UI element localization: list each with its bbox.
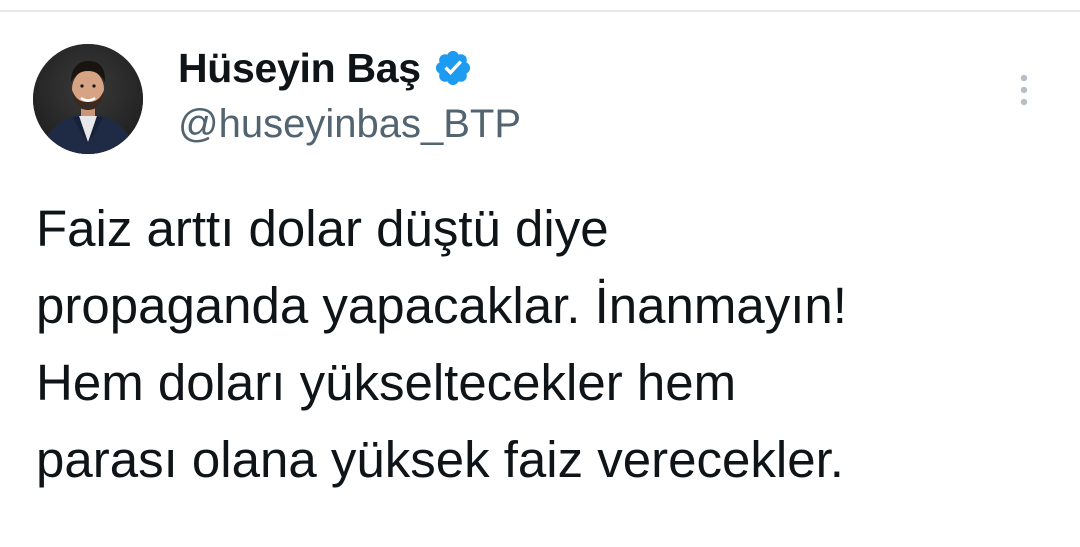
tweet-text-line: propaganda yapacaklar. İnanmayın! <box>36 277 847 334</box>
author-handle[interactable]: @huseyinbas_BTP <box>178 102 521 147</box>
more-options-button[interactable] <box>1008 68 1040 112</box>
tweet-card: Hüseyin Baş @huseyinbas_BTP Faiz arttı d… <box>0 0 1080 547</box>
author-display-name[interactable]: Hüseyin Baş <box>178 45 421 92</box>
avatar[interactable] <box>33 44 143 154</box>
tweet-text: Faiz arttı dolar düştü diye propaganda y… <box>36 190 1066 498</box>
tweet-text-line: Hem doları yükseltecekler hem <box>36 354 737 411</box>
avatar-photo <box>33 44 143 154</box>
author-name-row: Hüseyin Baş <box>178 40 473 96</box>
more-options-icon <box>1020 74 1028 106</box>
tweet-text-line: Faiz arttı dolar düştü diye <box>36 200 609 257</box>
verified-checkmark-icon <box>433 48 473 88</box>
tweet-text-line: parası olana yüksek faiz verecekler. <box>36 431 844 488</box>
divider <box>0 10 1080 12</box>
